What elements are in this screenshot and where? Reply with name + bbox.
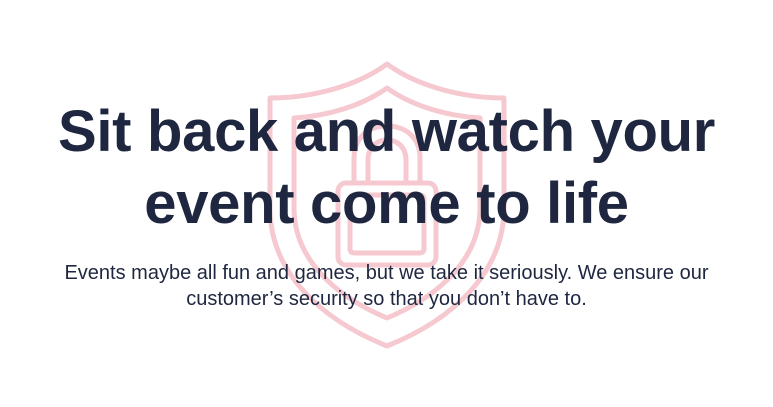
- page-title-line-2: event come to life: [144, 171, 629, 236]
- page-title-line-1: Sit back and watch your: [57, 99, 716, 164]
- hero-description-line-2: customer’s security so that you don’t ha…: [186, 288, 587, 310]
- hero-section: Sit back and watch your event come to li…: [0, 0, 773, 407]
- hero-description-line-1: Events maybe all fun and games, but we t…: [64, 262, 709, 284]
- page-title: Sit back and watch your event come to li…: [0, 96, 773, 240]
- hero-description: Events maybe all fun and games, but we t…: [0, 260, 773, 312]
